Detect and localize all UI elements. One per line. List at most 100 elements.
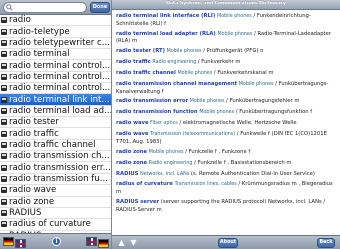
language-flag-icon (1, 153, 7, 160)
entry-headword[interactable]: radius of curvature (116, 181, 173, 187)
list-item[interactable]: radio teletypewriter c... (0, 38, 111, 50)
entry-translation: (s. Remote Authentication Dial-In User S… (189, 170, 315, 177)
dictionary-entry: radio zone Mobile phones / Funkzelle f ,… (116, 149, 338, 157)
entry-detail-pane: Data Systems and Communications Dictiona… (112, 0, 340, 249)
info-icon[interactable]: i (52, 237, 61, 246)
language-flag-icon (1, 119, 7, 126)
dictionary-entries: radio terminal link interface (RLI) Mobi… (116, 13, 338, 217)
search-input[interactable] (3, 2, 87, 13)
list-item-label: radio traffic (9, 128, 59, 139)
list-item-label: radio traffic channel (9, 139, 96, 150)
entry-headword[interactable]: radio transmission channel management (116, 81, 237, 87)
list-item-label: radio transmission fu... (9, 173, 108, 184)
search-icon (6, 4, 13, 11)
entry-headword[interactable]: radio terminal load adapter (RLA) (116, 31, 216, 37)
list-item[interactable]: radio wave (0, 185, 111, 197)
word-list: radio radio-teletype radio teletypewriter … (0, 15, 112, 242)
dictionary-entry: radio transmission error Mobile phones /… (116, 98, 338, 106)
list-item[interactable]: radio terminal (0, 49, 111, 61)
language-flag-icon (1, 51, 7, 58)
language-flag-icon (1, 96, 7, 103)
list-item[interactable]: radius of curvature (0, 219, 111, 231)
dictionary-entry: radio transmission function Mobile phone… (116, 109, 338, 117)
entry-headword[interactable]: radio zone (116, 160, 147, 166)
entry-domain: Networks, incl. LANs (140, 171, 190, 177)
entry-headword[interactable]: RADIUS (116, 171, 138, 177)
entry-translation: / elektromagnetische Welle, Hertzsche We… (177, 120, 297, 127)
language-flag-icon (1, 17, 7, 24)
dictionary-entry: radius of curvature Transmission lines, … (116, 181, 338, 195)
entry-headword[interactable]: radio transmission error (116, 98, 188, 104)
bottom-toolbar: ▲ ▼ About Back (112, 235, 340, 249)
entry-domain: Radio engineering (152, 60, 197, 66)
list-item[interactable]: radio traffic channel (0, 139, 111, 152)
entry-domain: Transmission lines, cables (174, 182, 237, 188)
language-flag-icon (1, 62, 7, 69)
list-item[interactable]: radio terminal control... (0, 83, 111, 95)
arrow-down-icon[interactable]: ▼ (129, 238, 138, 248)
entry-translation: / Funkzelle f , Funkzone f (183, 148, 251, 155)
dictionary-entry: radio wave Fiber optics / elektromagneti… (116, 120, 338, 128)
list-item[interactable]: radio zone (0, 196, 111, 208)
german-flag-icon[interactable] (3, 237, 14, 246)
list-item-label: radio terminal load ad... (9, 105, 112, 116)
list-item-label: radio terminal control... (9, 71, 111, 82)
entry-headword[interactable]: radio wave (116, 120, 149, 126)
app-title: Data Systems and Communications Dictiona… (166, 1, 286, 6)
dictionary-entry: radio traffic Radio engineering / Funkve… (116, 59, 338, 67)
entry-translation: / Prüffunkgerät (PFG) n (201, 48, 264, 55)
list-item-label: RADIUS (9, 208, 42, 219)
entry-translation: / Funkübertragungsfehler m (224, 98, 300, 105)
list-item[interactable]: radio tester (0, 117, 111, 129)
entry-headword[interactable]: radio tester (RT) (116, 48, 165, 54)
entry-headword[interactable]: radio zone (116, 149, 147, 155)
word-list-pane: Done radio radio-teletype radio teletypewr… (0, 0, 112, 249)
entry-domain: Mobile phones (177, 70, 213, 76)
entry-translation: / Funkübertragungsfunktion f (234, 109, 313, 116)
entry-domain: Transmission (telecommunications) (150, 132, 236, 138)
list-item[interactable]: radio terminal load ad... (0, 105, 112, 118)
entry-headword[interactable]: radio traffic channel (116, 70, 176, 76)
entry-headword[interactable]: radio wave (116, 131, 149, 137)
list-item-label: radio zone (9, 196, 55, 207)
language-toolbar: i (0, 233, 111, 249)
uk-flag-icon[interactable] (15, 239, 26, 248)
list-item[interactable]: radio-teletype (0, 26, 111, 38)
list-item[interactable]: radio transmission fu... (0, 173, 111, 186)
search-bar: Done (0, 0, 111, 15)
entry-headword[interactable]: radio transmission function (116, 109, 198, 115)
about-button[interactable]: About (218, 238, 238, 248)
language-flag-icon (1, 175, 7, 182)
arrow-up-icon[interactable]: ▲ (117, 238, 126, 248)
list-item-label: radio (9, 15, 31, 26)
entry-domain: Fiber optics (150, 121, 178, 127)
list-item[interactable]: radio terminal control... (0, 60, 111, 72)
entry-headword[interactable]: RADIUS server (116, 199, 159, 205)
language-flag-icon (1, 130, 7, 137)
entry-headword[interactable]: radio terminal link interface (RLI) (116, 13, 215, 19)
entry-domain: Mobile phones (199, 110, 235, 116)
list-item[interactable]: radio transmission err... (0, 162, 111, 174)
dictionary-entry: radio tester (RT) Mobile phones / Prüffu… (116, 48, 338, 56)
list-item[interactable]: radio terminal link int... (0, 94, 111, 106)
back-button[interactable]: Back (317, 238, 335, 248)
list-item-label: radio terminal control... (9, 60, 111, 71)
list-item-label: radio terminal control... (9, 83, 111, 94)
dictionary-entry: radio terminal load adapter (RLA) Mobile… (116, 31, 338, 45)
list-item[interactable]: radio terminal control... (0, 71, 111, 84)
list-item[interactable]: radio traffic (0, 128, 111, 140)
entry-translation: / Funkverkehr m (196, 59, 241, 66)
uk-flag-icon[interactable] (86, 237, 97, 246)
done-button[interactable]: Done (90, 2, 110, 13)
language-flag-icon (1, 210, 7, 217)
german-flag-icon[interactable] (98, 239, 109, 248)
dictionary-entry: RADIUS server (server supporting the RAD… (116, 199, 338, 213)
entry-domain: Mobile phones (216, 14, 252, 19)
list-item[interactable]: RADIUS (0, 208, 111, 220)
entry-headword[interactable]: radio traffic (116, 59, 151, 65)
list-item[interactable]: radio (0, 15, 111, 27)
entry-domain: Mobile phones (166, 49, 202, 55)
list-item-label: radio-teletype (9, 26, 70, 37)
list-item-label: radio wave (9, 185, 57, 196)
list-item[interactable]: radio transmission ch... (0, 151, 111, 163)
